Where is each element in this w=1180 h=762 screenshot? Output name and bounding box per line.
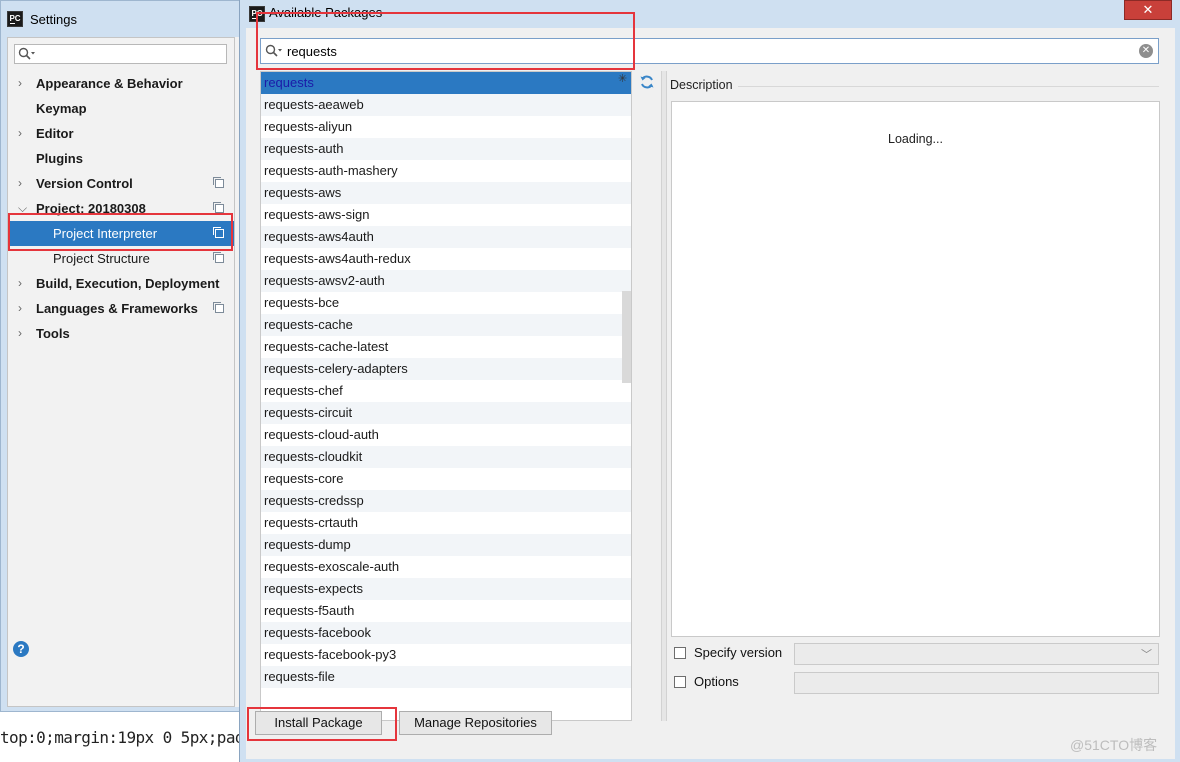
project-scope-icon [213,202,224,213]
options-label: Options [694,674,739,689]
chevron-down-icon: ﹀ [1141,649,1152,661]
options-input[interactable] [794,672,1159,694]
settings-tree-item[interactable]: Plugins [8,146,234,171]
chevron-right-icon[interactable]: › [18,71,22,96]
chevron-right-icon[interactable]: › [18,296,22,321]
settings-tree-item[interactable]: Keymap [8,96,234,121]
dialog-body: ✕ requestsrequests-aeawebrequests-aliyun… [246,28,1175,759]
package-list-item[interactable]: requests-facebook-py3 [261,644,631,666]
package-list-item[interactable]: requests-credssp [261,490,631,512]
chevron-right-icon[interactable]: › [18,271,22,296]
package-list-item[interactable]: requests-cache [261,314,631,336]
chevron-right-icon[interactable]: › [18,121,22,146]
package-list-item[interactable]: requests-auth-mashery [261,160,631,182]
options-row: Options [674,672,1159,694]
settings-tree-label: Version Control [36,176,133,191]
package-list-item[interactable]: requests [261,72,631,94]
description-separator [738,86,1159,87]
settings-tree-panel: › Appearance & Behavior Keymap › Editor Plugi… [7,37,235,707]
settings-tree-label: Appearance & Behavior [36,76,183,91]
package-list-item[interactable]: requests-expects [261,578,631,600]
package-list-item[interactable]: requests-f5auth [261,600,631,622]
project-scope-icon [213,177,224,188]
package-list-item[interactable]: requests-auth [261,138,631,160]
settings-tree-item[interactable]: › Tools [8,321,234,346]
settings-tree: › Appearance & Behavior Keymap › Editor Plugi… [8,71,234,346]
settings-tree-item[interactable]: › Version Control [8,171,234,196]
watermark: @51CTO博客 [1070,737,1158,753]
settings-titlebar: PC Settings [1,1,247,37]
package-list-item[interactable]: requests-cloud-auth [261,424,631,446]
package-list-item[interactable]: requests-aws4auth-redux [261,248,631,270]
settings-search-input[interactable] [14,44,227,64]
available-packages-dialog: PC Available Packages ✕ ✕ requestsreques… [239,0,1180,762]
package-list-scrollbar[interactable] [622,291,631,383]
clear-search-icon[interactable]: ✕ [1139,44,1153,58]
manage-repositories-button[interactable]: Manage Repositories [399,711,552,735]
package-list-item[interactable]: requests-facebook [261,622,631,644]
package-list-item[interactable]: requests-aliyun [261,116,631,138]
package-list-item[interactable]: requests-aws4auth [261,226,631,248]
pycharm-icon: PC [7,11,23,27]
highlight-box-interpreter [8,213,233,251]
description-loading-text: Loading... [888,132,943,146]
specify-version-checkbox[interactable] [674,647,686,659]
package-list-item[interactable]: requests-aws [261,182,631,204]
description-panel: Loading... [671,101,1160,637]
background-code-text: top:0;margin:19px 0 5px;paddin [0,728,272,747]
settings-tree-item[interactable]: › Editor [8,121,234,146]
close-button[interactable]: ✕ [1124,0,1172,20]
settings-tree-item[interactable]: › Build, Execution, Deployment [8,271,234,296]
package-list-item[interactable]: requests-bce [261,292,631,314]
settings-tree-item[interactable]: › Appearance & Behavior [8,71,234,96]
settings-tree-label: Editor [36,126,74,141]
refresh-icon[interactable] [639,74,655,90]
package-list-item[interactable]: requests-exoscale-auth [261,556,631,578]
package-list[interactable]: requests requests-aeaweb requests-aliyun re… [260,71,632,721]
package-list-item[interactable]: requests-circuit [261,402,631,424]
package-list-item[interactable]: requests-core [261,468,631,490]
specify-version-row: Specify version ﹀ [674,643,1159,665]
package-list-item[interactable]: requests-cloudkit [261,446,631,468]
settings-tree-item[interactable]: › Languages & Frameworks [8,296,234,321]
package-list-item[interactable]: requests-aws-sign [261,204,631,226]
chevron-right-icon[interactable]: › [18,321,22,346]
panel-splitter[interactable] [661,71,667,721]
settings-tree-label: Keymap [36,101,87,116]
project-scope-icon [213,302,224,313]
options-checkbox[interactable] [674,676,686,688]
package-list-item[interactable]: requests-crtauth [261,512,631,534]
package-list-item[interactable]: requests-chef [261,380,631,402]
settings-tree-label: Plugins [36,151,83,166]
help-button[interactable]: ? [13,641,29,657]
package-list-item[interactable]: requests-celery-adapters [261,358,631,380]
description-label: Description [670,78,733,92]
package-list-item[interactable]: requests-aeaweb [261,94,631,116]
package-list-item[interactable]: requests-cache-latest [261,336,631,358]
chevron-right-icon[interactable]: › [18,171,22,196]
version-select[interactable]: ﹀ [794,643,1159,665]
highlight-box-search [256,12,635,70]
project-scope-icon [213,252,224,263]
package-list-item[interactable]: requests-dump [261,534,631,556]
settings-tree-label: Languages & Frameworks [36,301,198,316]
settings-window: PC Settings › Appearance & Behavior Keymap… [0,0,248,712]
loading-spinner-icon: ✳ [618,73,628,85]
specify-version-label: Specify version [694,645,783,660]
package-list-item[interactable]: requests-awsv2-auth [261,270,631,292]
settings-tree-label: Build, Execution, Deployment [36,276,220,291]
settings-tree-label: Tools [36,326,70,341]
highlight-box-install [247,707,397,741]
package-list-item[interactable]: requests-file [261,666,631,688]
settings-title: Settings [30,11,77,27]
search-icon [18,47,35,60]
